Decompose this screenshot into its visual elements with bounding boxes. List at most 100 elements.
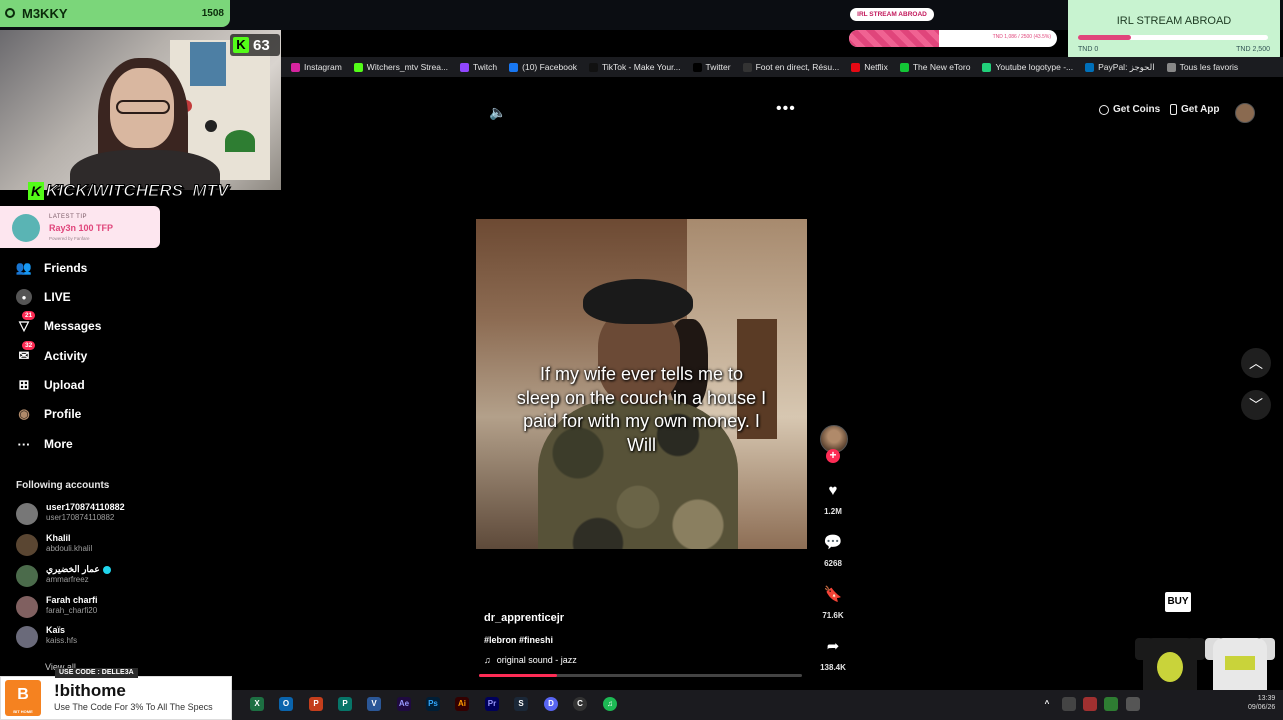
share-button[interactable]: ➦ 138.4K	[818, 633, 848, 672]
sidebar-item-activity[interactable]: ✉ 32 Activity	[16, 341, 87, 367]
sidebar-item-more[interactable]: ··· More	[16, 433, 73, 455]
video-progress-bar[interactable]	[479, 674, 802, 677]
previous-video-button[interactable]: ︿	[1241, 348, 1271, 378]
kick-logo-icon: K	[28, 182, 44, 200]
sidebar-item-label: Upload	[44, 378, 85, 392]
latest-tip-label: LATEST TIP	[49, 214, 88, 220]
phone-icon	[1170, 104, 1177, 115]
live-icon: ●	[16, 289, 32, 305]
taskbar-clock[interactable]: 13:39 09/06/26	[1248, 694, 1275, 712]
bookmark-item[interactable]: Twitch	[460, 62, 497, 72]
get-coins-button[interactable]: Get Coins	[1099, 104, 1160, 115]
kick-logo-icon: K	[233, 37, 249, 53]
sound-name: original sound - jazz	[496, 655, 577, 665]
account-handle: user170874110882	[46, 513, 115, 522]
channel-name: M3KKY	[22, 6, 68, 21]
excel-icon[interactable]: X	[250, 697, 264, 711]
more-options-icon[interactable]: •••	[776, 100, 796, 118]
bookmark-item[interactable]: Instagram	[291, 62, 342, 72]
sidebar-item-label: Profile	[44, 407, 82, 421]
bookmark-item[interactable]: TikTok - Make Your...	[588, 62, 681, 72]
bookmark-item[interactable]: Twitter	[692, 62, 731, 72]
bookmark-favicon-icon	[460, 62, 470, 72]
following-accounts-title: Following accounts	[16, 480, 110, 491]
illustrator-icon[interactable]: Ai	[455, 697, 469, 711]
activity-icon: ✉ 32	[16, 341, 36, 364]
bookmark-item[interactable]: (10) Facebook	[509, 62, 577, 72]
account-item[interactable]: user170874110882 user170874110882	[16, 500, 226, 528]
bookmark-label: Foot en direct, Résu...	[755, 62, 840, 72]
comment-count: 6268	[824, 559, 842, 568]
account-item[interactable]: Khalil abdouli.khalil	[16, 531, 226, 559]
powerpoint-icon[interactable]: P	[309, 697, 323, 711]
bookmark-label: Instagram	[304, 62, 342, 72]
save-button[interactable]: 🔖 71.6K	[818, 581, 848, 620]
video-hashtags[interactable]: #lebron #fineshi	[484, 635, 553, 645]
video-caption: If my wife ever tells me to sleep on the…	[516, 364, 767, 455]
account-item[interactable]: عمار الخضيري ammarfreez	[16, 562, 226, 590]
sidebar-item-friends[interactable]: 👥 Friends	[16, 257, 87, 279]
sidebar-item-upload[interactable]: ⊞ Upload	[16, 374, 85, 396]
account-item[interactable]: Farah charfi farah_charfi20	[16, 593, 226, 621]
publisher-icon[interactable]: P	[338, 697, 352, 711]
video-progress-fill	[479, 674, 557, 677]
bookmark-item[interactable]: The New eToro	[899, 62, 970, 72]
kick-handle: KICK/WITCHERS_MTV	[45, 181, 229, 201]
next-video-button[interactable]: ﹀	[1241, 390, 1271, 420]
bookmark-favicon-icon	[291, 62, 300, 72]
follow-plus-icon[interactable]: +	[826, 449, 840, 463]
sidebar-item-live[interactable]: ● LIVE	[16, 286, 71, 308]
kick-handle-tag: K KICK/WITCHERS_MTV	[28, 180, 229, 202]
bookmark-favicon-icon	[982, 62, 992, 72]
tray-app-icon[interactable]	[1083, 697, 1097, 711]
bookmark-label: Netflix	[864, 62, 888, 72]
account-avatar	[16, 596, 38, 618]
goal-progress-bar: TND 1,086 / 2500 (43.5%)	[849, 30, 1057, 47]
sidebar-item-label: Friends	[44, 261, 88, 275]
upload-icon: ⊞	[18, 377, 30, 392]
bookmark-favicon-icon	[1166, 62, 1176, 72]
visio-icon[interactable]: V	[367, 697, 381, 711]
premiere-icon[interactable]: Pr	[485, 697, 499, 711]
bookmark-item[interactable]: Tous les favoris	[1166, 62, 1239, 72]
bookmark-item[interactable]: Witchers_mtv Strea...	[353, 62, 448, 72]
bookmark-item[interactable]: Foot en direct, Résu...	[742, 62, 840, 72]
bookmark-label: Tous les favoris	[1179, 62, 1239, 72]
chrome-icon[interactable]: C	[573, 697, 587, 711]
messages-glyph: ▽	[19, 318, 29, 333]
bookmark-label: TikTok - Make Your...	[601, 62, 681, 72]
account-avatar	[16, 503, 38, 525]
user-avatar[interactable]	[1235, 103, 1255, 123]
spotify-icon[interactable]: ♫	[603, 697, 617, 711]
account-handle: farah_charfi20	[46, 606, 98, 615]
photoshop-icon[interactable]: Ps	[426, 697, 440, 711]
channel-count: 1508	[201, 8, 224, 19]
tray-app-icon[interactable]	[1104, 697, 1118, 711]
sidebar-item-messages[interactable]: ▽ 21 Messages	[16, 311, 101, 337]
bookmark-item[interactable]: Netflix	[851, 62, 888, 72]
webcam-decoration	[225, 130, 255, 152]
video-username[interactable]: dr_apprenticejr	[484, 612, 564, 624]
tray-app-icon[interactable]	[1126, 697, 1140, 711]
bookmark-item[interactable]: Youtube logotype -...	[982, 62, 1073, 72]
after-effects-icon[interactable]: Ae	[397, 697, 411, 711]
webcam-glasses	[116, 100, 170, 114]
outlook-icon[interactable]: O	[279, 697, 293, 711]
steam-icon[interactable]: S	[514, 697, 528, 711]
tray-chevron-icon[interactable]: ^	[1040, 697, 1054, 711]
get-app-button[interactable]: Get App	[1170, 104, 1220, 115]
sidebar-item-profile[interactable]: ◉ Profile	[16, 403, 81, 425]
bookmark-favicon-icon	[588, 62, 598, 72]
account-item[interactable]: Kaïs kaiss.hfs	[16, 623, 226, 651]
comment-button[interactable]: 💬 6268	[818, 529, 848, 568]
latest-tip-value: Ray3n 100 TFP	[49, 223, 114, 233]
volume-icon[interactable]: 🔈	[489, 104, 506, 121]
video-sound[interactable]: ♫ original sound - jazz	[484, 655, 577, 665]
like-button[interactable]: ♥ 1.2M	[818, 477, 848, 517]
bookmark-item[interactable]: PayPal: الحوجز	[1085, 62, 1155, 73]
discord-icon[interactable]: D	[544, 697, 558, 711]
account-name: عمار الخضيري	[46, 564, 100, 574]
goal-card-low: TND 0	[1078, 46, 1099, 53]
account-name: Khalil	[46, 533, 71, 543]
tray-app-icon[interactable]	[1062, 697, 1076, 711]
